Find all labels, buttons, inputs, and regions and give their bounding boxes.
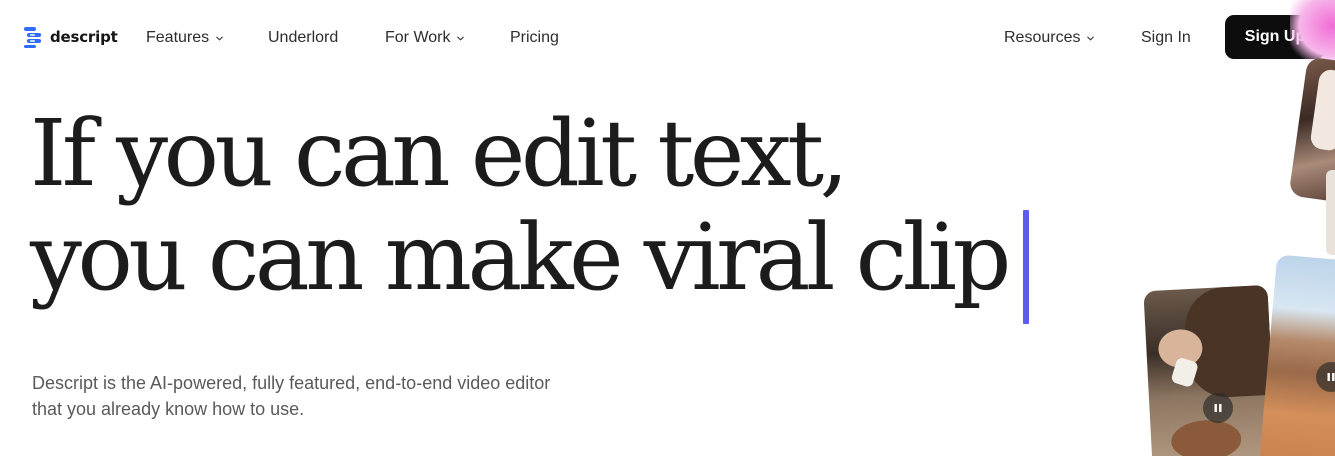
text-cursor-caret [1023,210,1029,324]
sign-in-link[interactable]: Sign In [1141,27,1191,49]
video-card-desert[interactable] [1259,254,1335,456]
nav-pricing-label: Pricing [510,29,559,46]
chevron-down-icon [216,36,223,40]
subtext-line-1: Descript is the AI-powered, fully featur… [32,373,551,393]
hero-subtext: Descript is the AI-powered, fully featur… [32,370,692,422]
pause-icon [1214,404,1222,412]
chevron-down-icon [1087,36,1095,40]
pause-icon [1327,373,1335,381]
descript-logo[interactable]: descript [24,25,118,49]
nav-resources[interactable]: Resources [1004,27,1095,49]
hero-headline: If you can edit text, you can make viral… [30,100,1011,311]
video-card-bowl [1170,418,1243,456]
nav-pricing[interactable]: Pricing [510,27,559,49]
headline-line-2: you can make viral clip [30,204,1011,311]
pause-button[interactable] [1203,393,1233,423]
brand-name: descript [50,28,118,46]
media-photo-detail [1309,68,1335,152]
nav-underlord[interactable]: Underlord [268,27,338,49]
subtext-line-2: that you already know how to use. [32,399,305,419]
media-pink-blob [1290,0,1335,64]
nav-features-label: Features [146,29,210,46]
nav-features[interactable]: Features [146,27,224,49]
sign-in-label: Sign In [1141,29,1191,46]
video-card-pottery[interactable] [1143,284,1277,456]
nav-for-work-label: For Work [385,29,451,46]
descript-logo-icon [24,27,41,48]
chevron-down-icon [457,36,465,40]
nav-for-work[interactable]: For Work [385,27,465,49]
nav-resources-label: Resources [1004,29,1081,46]
nav-underlord-label: Underlord [268,29,339,46]
media-photo-edge [1326,170,1335,255]
top-navigation: descript Features Underlord For Work Pri… [0,0,1335,74]
headline-line-1: If you can edit text, [30,100,849,207]
